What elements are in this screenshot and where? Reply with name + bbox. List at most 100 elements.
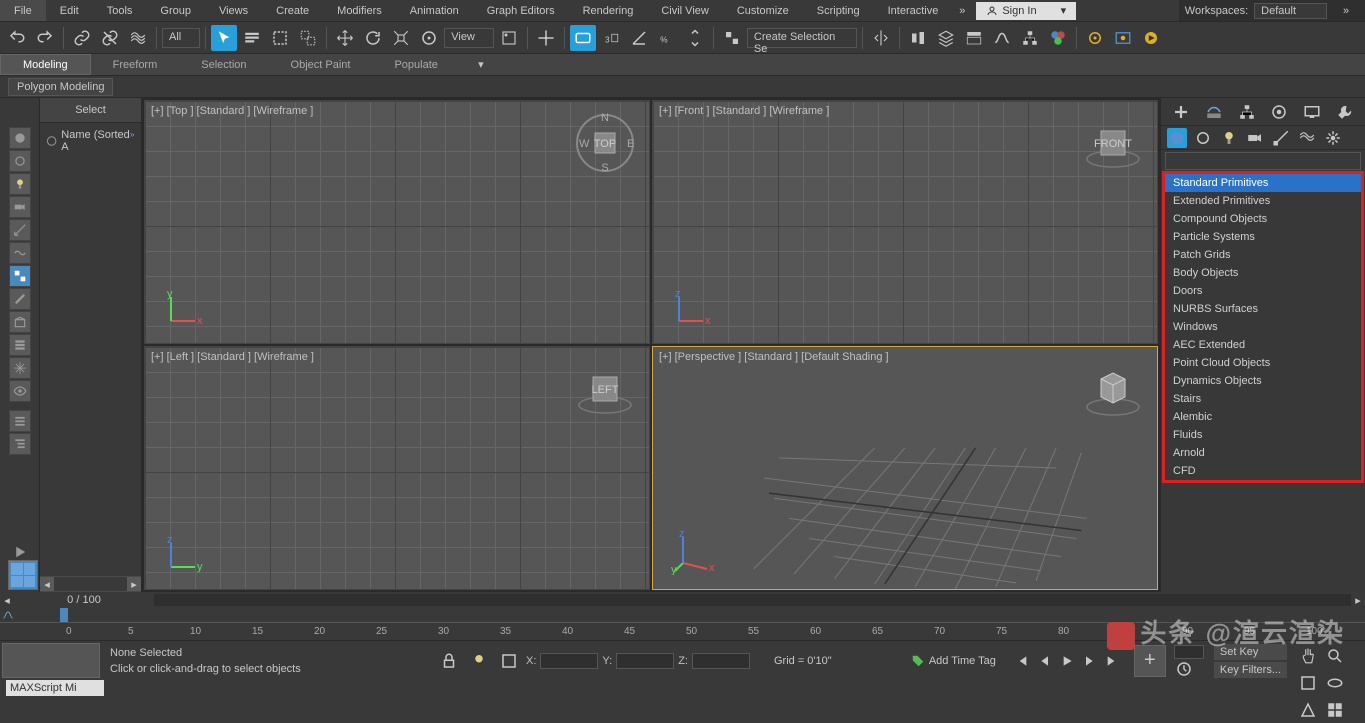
select-by-name-button[interactable] [239, 25, 265, 51]
play-button[interactable] [1056, 650, 1078, 672]
scale-button[interactable] [388, 25, 414, 51]
fov-button[interactable] [1295, 697, 1321, 723]
scene-explorer-scrollbar[interactable]: ◂ ▸ [40, 576, 141, 592]
ribbon-expand-icon[interactable]: ▾ [468, 52, 494, 78]
scroll-track[interactable] [54, 577, 127, 591]
se-filter-helpers-icon[interactable] [9, 219, 31, 241]
se-filter-frozen-icon[interactable] [9, 357, 31, 379]
cameras-cat-icon[interactable] [1245, 128, 1265, 148]
dd-item-fluids[interactable]: Fluids [1165, 426, 1361, 444]
timeline-row[interactable] [0, 608, 1365, 622]
goto-start-button[interactable] [1010, 650, 1032, 672]
dd-item-aec-extended[interactable]: AEC Extended [1165, 336, 1361, 354]
material-editor-button[interactable] [1045, 25, 1071, 51]
dd-item-stairs[interactable]: Stairs [1165, 390, 1361, 408]
placement-button[interactable] [416, 25, 442, 51]
snap-toggle[interactable]: 3 [598, 25, 624, 51]
se-filter-shapes-icon[interactable] [9, 150, 31, 172]
set-key-button[interactable]: Set Key [1214, 644, 1287, 660]
max-viewport-button[interactable] [1322, 697, 1348, 723]
utilities-tab-icon[interactable] [1333, 101, 1357, 123]
selection-filter-dropdown[interactable]: All [162, 28, 200, 48]
dd-item-cfd[interactable]: CFD [1165, 462, 1361, 480]
timeline-marker[interactable] [60, 608, 68, 622]
signin-button[interactable]: Sign In ▾ [976, 2, 1076, 20]
manipulate-button[interactable] [533, 25, 559, 51]
se-filter-lights-icon[interactable] [9, 173, 31, 195]
x-input[interactable] [540, 653, 598, 669]
viewport-front[interactable]: [+] [Front ] [Standard ] [Wireframe ] FR… [652, 100, 1158, 344]
dd-item-particle-systems[interactable]: Particle Systems [1165, 228, 1361, 246]
viewport-top[interactable]: [+] [Top ] [Standard ] [Wireframe ] TOPN… [144, 100, 650, 344]
menu-views[interactable]: Views [205, 0, 262, 21]
current-frame-input[interactable] [1174, 645, 1204, 659]
ribbon-tab-freeform[interactable]: Freeform [91, 54, 180, 75]
frame-slider-track[interactable] [154, 594, 1351, 606]
dd-item-nurbs-surfaces[interactable]: NURBS Surfaces [1165, 300, 1361, 318]
ribbon-tab-object-paint[interactable]: Object Paint [269, 54, 373, 75]
time-config-button[interactable] [1174, 661, 1194, 677]
time-ruler[interactable]: 0 5 10 15 20 25 30 35 40 45 50 55 60 65 … [0, 622, 1365, 640]
hierarchy-tab-icon[interactable] [1235, 101, 1259, 123]
menu-create[interactable]: Create [262, 0, 323, 21]
redo-button[interactable] [32, 25, 58, 51]
menu-customize[interactable]: Customize [723, 0, 803, 21]
name-column-header[interactable]: Name (Sorted A [44, 127, 137, 155]
key-filters-button[interactable]: Key Filters... [1214, 662, 1287, 678]
viewcube-left[interactable]: LEFT [573, 357, 637, 421]
curve-editor-button[interactable] [989, 25, 1015, 51]
menu-group[interactable]: Group [146, 0, 205, 21]
menu-file[interactable]: File [0, 0, 46, 21]
orbit-button[interactable] [1322, 670, 1348, 696]
motion-tab-icon[interactable] [1267, 101, 1291, 123]
polygon-modeling-panel[interactable]: Polygon Modeling [8, 78, 113, 96]
viewcube-persp[interactable] [1081, 357, 1145, 421]
lock-selection-icon[interactable] [436, 648, 462, 674]
selection-lock-icon[interactable] [496, 648, 522, 674]
se-filter-bones-icon[interactable] [9, 288, 31, 310]
dd-item-dynamics[interactable]: Dynamics Objects [1165, 372, 1361, 390]
add-time-tag-button[interactable]: Add Time Tag [911, 654, 996, 668]
y-input[interactable] [616, 653, 674, 669]
next-frame-button[interactable] [1079, 650, 1101, 672]
goto-end-button[interactable] [1102, 650, 1124, 672]
se-filter-spacewarps-icon[interactable] [9, 242, 31, 264]
se-filter-geometry-icon[interactable] [9, 127, 31, 149]
se-filter-cameras-icon[interactable] [9, 196, 31, 218]
helpers-cat-icon[interactable] [1271, 128, 1291, 148]
shapes-cat-icon[interactable] [1193, 128, 1213, 148]
scroll-right-icon[interactable]: ▸ [127, 577, 141, 591]
ref-coord-dropdown[interactable]: View [444, 28, 494, 48]
workspaces-chevron-icon[interactable]: » [1333, 0, 1359, 24]
mirror-button[interactable] [868, 25, 894, 51]
dd-item-arnold[interactable]: Arnold [1165, 444, 1361, 462]
modify-tab-icon[interactable] [1202, 101, 1226, 123]
autokey-toggle[interactable]: + [1134, 645, 1166, 677]
viewport-front-label[interactable]: [+] [Front ] [Standard ] [Wireframe ] [659, 105, 829, 117]
dd-item-point-cloud[interactable]: Point Cloud Objects [1165, 354, 1361, 372]
window-crossing-button[interactable] [295, 25, 321, 51]
material-preview[interactable] [2, 643, 100, 678]
prev-frame-button[interactable] [1033, 650, 1055, 672]
select-object-button[interactable] [211, 25, 237, 51]
align-button[interactable] [905, 25, 931, 51]
dd-item-doors[interactable]: Doors [1165, 282, 1361, 300]
menu-rendering[interactable]: Rendering [569, 0, 648, 21]
render-production-button[interactable] [1138, 25, 1164, 51]
se-filter-groups-icon[interactable] [9, 265, 31, 287]
toggle-ribbon-button[interactable] [961, 25, 987, 51]
menu-animation[interactable]: Animation [396, 0, 473, 21]
named-selection-dropdown[interactable]: Create Selection Se [747, 28, 857, 48]
viewport-left[interactable]: [+] [Left ] [Standard ] [Wireframe ] LEF… [144, 346, 650, 590]
dd-item-standard-primitives[interactable]: Standard Primitives [1165, 174, 1361, 192]
viewport-persp-label[interactable]: [+] [Perspective ] [Standard ] [Default … [659, 351, 889, 363]
dd-item-windows[interactable]: Windows [1165, 318, 1361, 336]
edit-selection-set-button[interactable] [719, 25, 745, 51]
geometry-cat-icon[interactable] [1167, 128, 1187, 148]
timeline-curve-icon[interactable] [2, 609, 14, 621]
keyboard-shortcut-toggle[interactable] [570, 25, 596, 51]
ribbon-tab-populate[interactable]: Populate [372, 54, 459, 75]
viewport-layout-button[interactable] [8, 560, 38, 590]
se-filter-hidden-icon[interactable] [9, 380, 31, 402]
create-tab-icon[interactable] [1169, 101, 1193, 123]
